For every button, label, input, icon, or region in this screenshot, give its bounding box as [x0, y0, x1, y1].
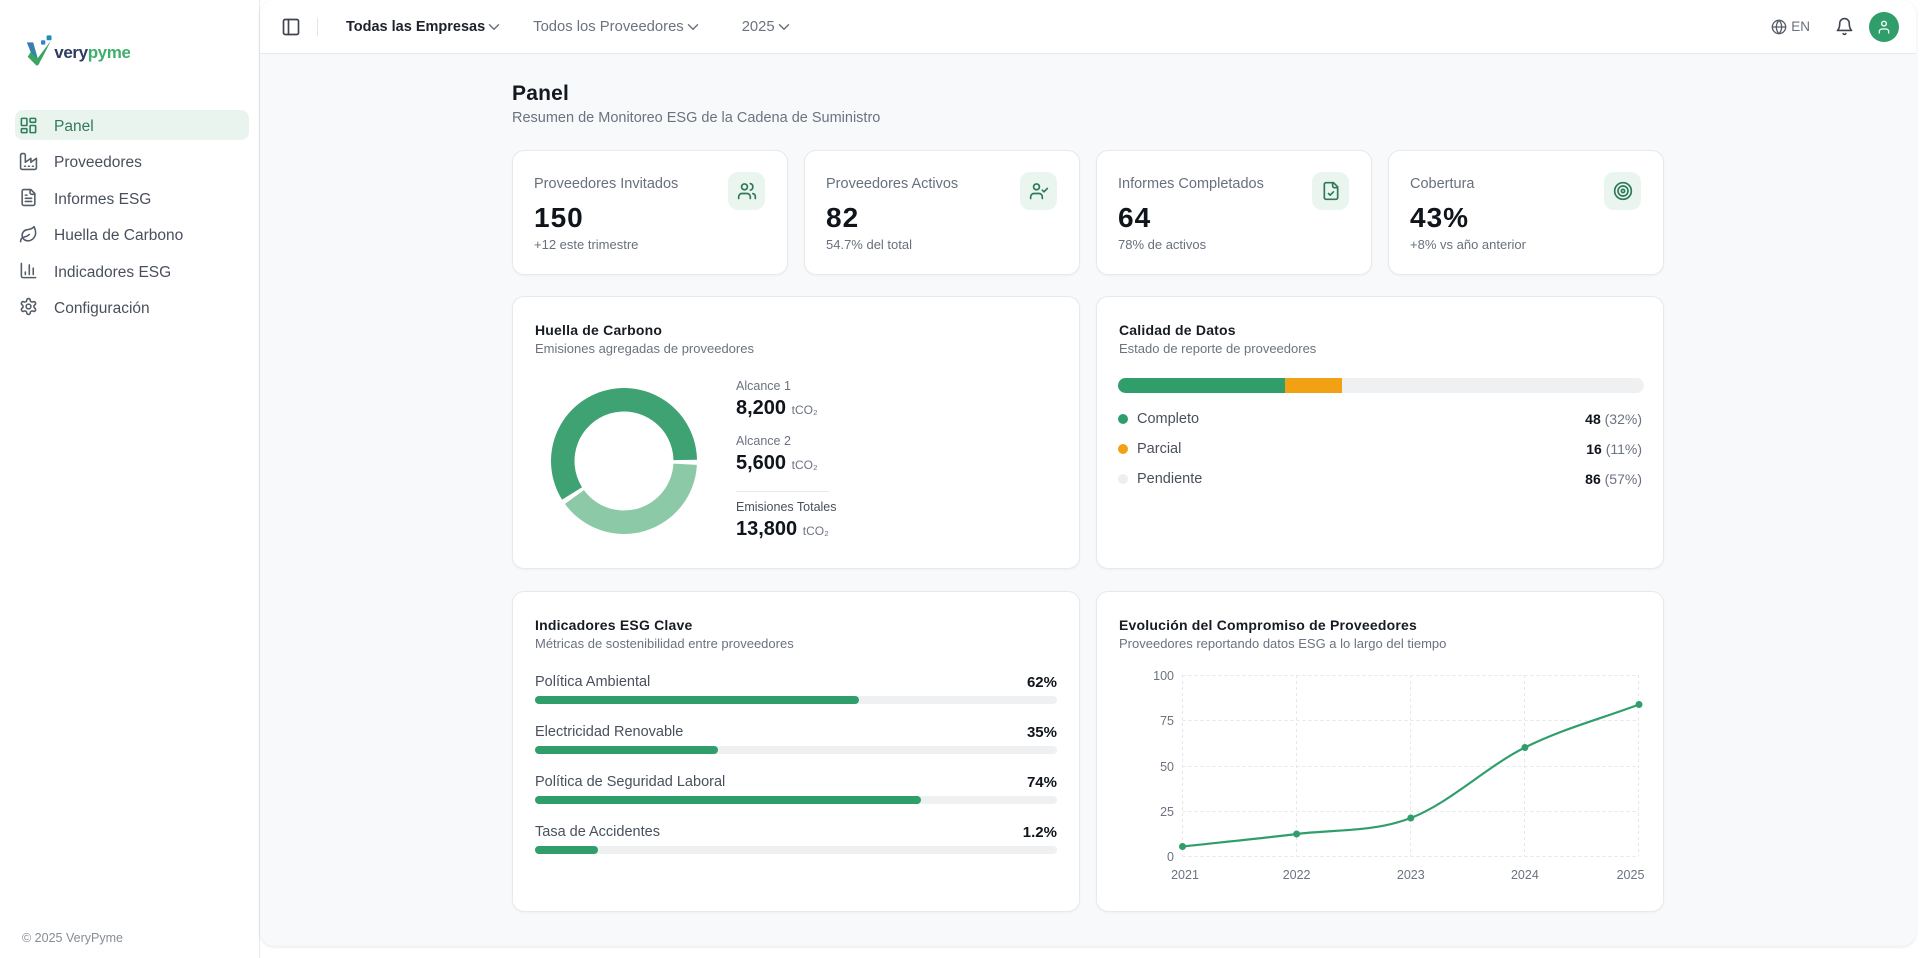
svg-text:2023: 2023	[1397, 868, 1425, 882]
svg-text:50: 50	[1160, 760, 1174, 774]
svg-text:100: 100	[1153, 669, 1174, 683]
svg-text:0: 0	[1167, 850, 1174, 864]
svg-text:verypyme: verypyme	[54, 43, 130, 62]
svg-text:75: 75	[1160, 714, 1174, 728]
svg-text:25: 25	[1160, 805, 1174, 819]
svg-text:2021: 2021	[1171, 868, 1199, 882]
svg-text:2024: 2024	[1511, 868, 1539, 882]
svg-text:2022: 2022	[1283, 868, 1311, 882]
svg-text:2025: 2025	[1617, 868, 1645, 882]
